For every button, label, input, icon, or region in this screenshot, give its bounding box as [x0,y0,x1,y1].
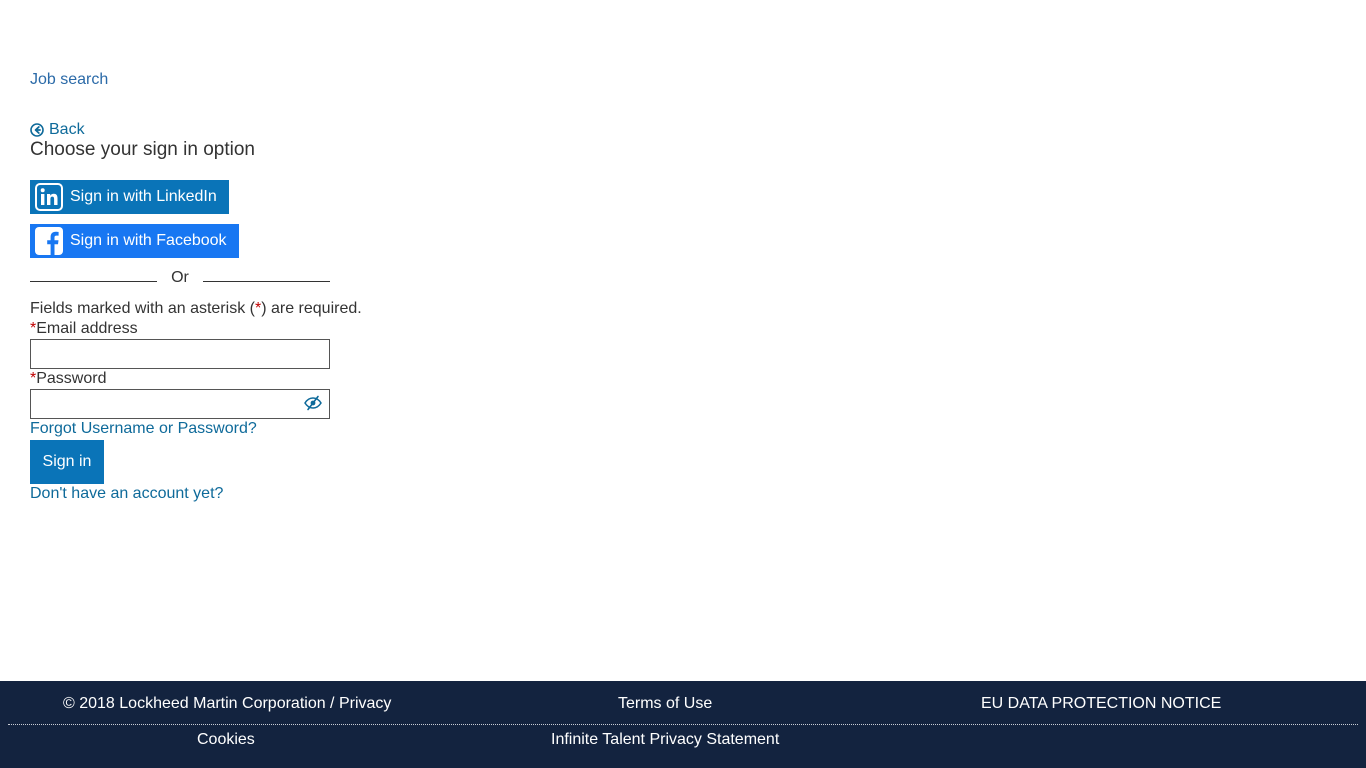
job-search-link[interactable]: Job search [30,70,108,89]
password-label-text: Password [36,370,107,387]
back-label: Back [49,121,85,138]
eye-slash-icon[interactable] [304,395,322,411]
footer-eu-notice-link[interactable]: EU DATA PROTECTION NOTICE [981,694,1221,713]
required-fields-note: Fields marked with an asterisk (*) are r… [30,299,362,318]
footer-terms-link[interactable]: Terms of Use [618,694,712,713]
email-field[interactable] [30,339,330,369]
email-label: *Email address [30,319,138,338]
forgot-credentials-link[interactable]: Forgot Username or Password? [30,419,257,438]
page-title: Choose your sign in option [30,139,255,160]
footer-divider [8,724,1358,725]
linkedin-icon [35,183,63,211]
or-text: Or [171,269,189,286]
divider-line-left [30,280,158,282]
footer-infinite-talent-link[interactable]: Infinite Talent Privacy Statement [551,730,779,749]
arrow-circle-left-icon [30,122,44,137]
linkedin-button-label: Sign in with LinkedIn [70,188,217,205]
password-label: *Password [30,369,106,388]
sign-in-button[interactable]: Sign in [30,440,104,484]
sign-in-page: Job search Back Choose your sign in opti… [0,0,1366,768]
sign-in-linkedin-button[interactable]: Sign in with LinkedIn [30,180,229,214]
divider-line-right [202,280,330,282]
required-note-after: ) are required. [261,300,362,317]
facebook-icon [35,227,63,255]
back-link[interactable]: Back [30,120,85,139]
sign-in-facebook-button[interactable]: Sign in with Facebook [30,224,239,258]
footer: © 2018 Lockheed Martin Corporation / Pri… [0,681,1366,768]
create-account-link[interactable]: Don't have an account yet? [30,484,223,503]
email-label-text: Email address [36,320,138,337]
or-divider: Or [30,268,330,288]
footer-cookies-link[interactable]: Cookies [197,730,255,749]
password-field[interactable] [30,389,330,419]
footer-copyright-privacy-link[interactable]: © 2018 Lockheed Martin Corporation / Pri… [63,694,391,713]
facebook-button-label: Sign in with Facebook [70,232,227,249]
required-note-before: Fields marked with an asterisk ( [30,300,255,317]
